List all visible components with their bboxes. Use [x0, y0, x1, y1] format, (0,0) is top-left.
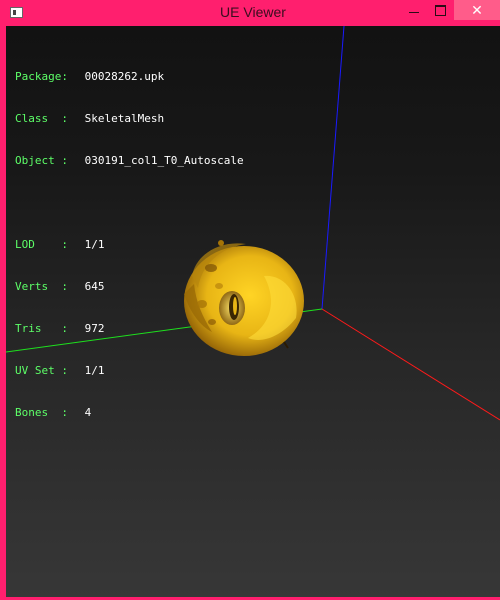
info-label: Verts : [15, 280, 68, 293]
info-value: 972 [84, 322, 105, 335]
info-row-uvset: UV Set : 1/1 [15, 364, 244, 378]
close-button[interactable]: ✕ [454, 0, 500, 20]
maximize-button[interactable] [427, 0, 453, 20]
info-row-class: Class : SkeletalMesh [15, 112, 244, 126]
info-label: Object : [15, 154, 68, 167]
info-row-package: Package: 00028262.upk [15, 70, 244, 84]
info-row-verts: Verts : 645 [15, 280, 244, 294]
info-label: Package: [15, 70, 68, 83]
info-label: Tris : [15, 322, 68, 335]
info-value: SkeletalMesh [84, 112, 165, 125]
app-window: UE Viewer ✕ Package: 00028262.upk Class … [0, 0, 500, 600]
info-label: UV Set : [15, 364, 68, 377]
info-row-lod: LOD : 1/1 [15, 238, 244, 252]
info-value: 030191_col1_T0_Autoscale [84, 154, 244, 167]
info-row-bones: Bones : 4 [15, 406, 244, 420]
info-value: 00028262.upk [84, 70, 165, 83]
info-value: 645 [84, 280, 105, 293]
info-value: 1/1 [84, 238, 105, 251]
info-label: LOD : [15, 238, 68, 251]
3d-viewport[interactable]: Package: 00028262.upk Class : SkeletalMe… [6, 26, 500, 597]
info-gap [15, 196, 244, 210]
info-label: Bones : [15, 406, 68, 419]
mesh-info-panel: Package: 00028262.upk Class : SkeletalMe… [15, 42, 244, 448]
axis-z-line [321, 26, 345, 310]
info-row-object: Object : 030191_col1_T0_Autoscale [15, 154, 244, 168]
info-row-tris: Tris : 972 [15, 322, 244, 336]
title-bar[interactable]: UE Viewer ✕ [3, 0, 500, 26]
axis-x-line [321, 308, 500, 421]
info-value: 1/1 [84, 364, 105, 377]
minimize-button[interactable] [401, 0, 427, 20]
info-label: Class : [15, 112, 68, 125]
info-value: 4 [84, 406, 92, 419]
